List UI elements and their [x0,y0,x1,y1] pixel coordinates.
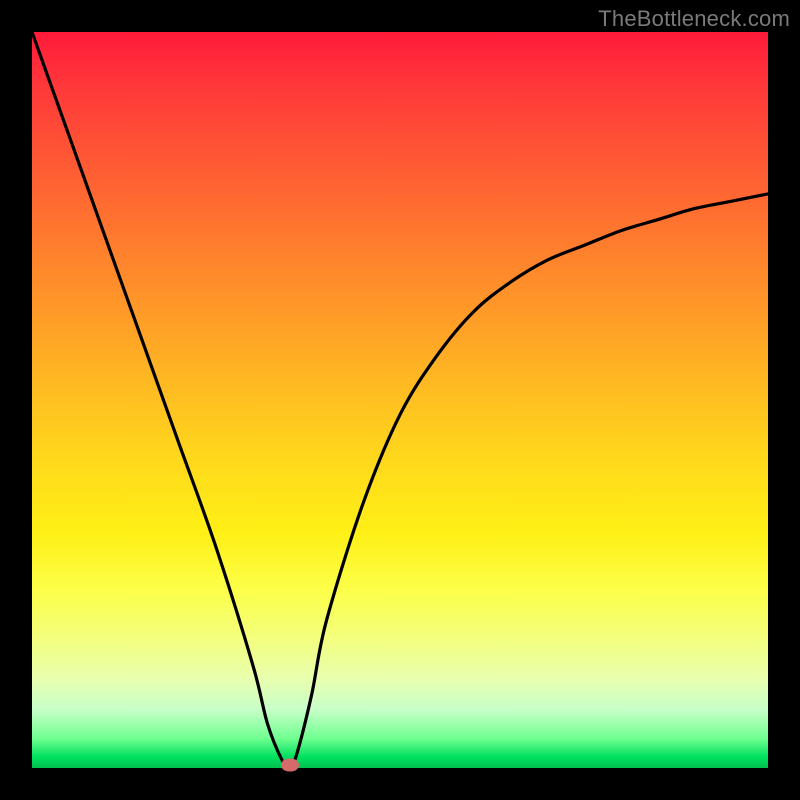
bottleneck-curve [32,32,768,768]
chart-frame: TheBottleneck.com [0,0,800,800]
optimum-marker [281,759,299,772]
curve-path [32,32,768,768]
watermark-text: TheBottleneck.com [598,6,790,32]
plot-area [32,32,768,768]
